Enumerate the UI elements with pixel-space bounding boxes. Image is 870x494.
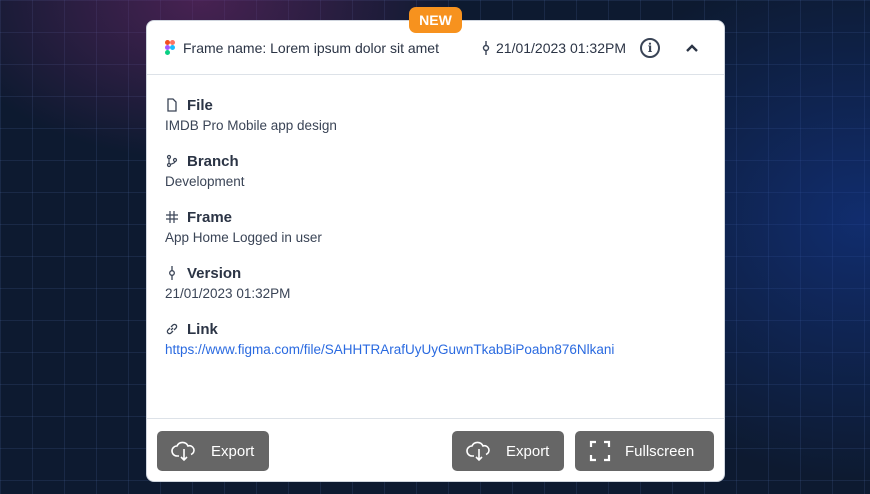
info-icon[interactable]: i (640, 37, 660, 58)
detail-frame: Frame App Home Logged in user (165, 207, 706, 246)
cloud-download-icon (466, 441, 490, 462)
chevron-up-icon[interactable] (686, 43, 698, 52)
link-icon (166, 323, 178, 335)
detail-label: Version (187, 264, 242, 282)
detail-value: 21/01/2023 01:32PM (165, 286, 291, 301)
figma-logo-icon (165, 40, 175, 55)
details-list: File IMDB Pro Mobile app design Branch D… (147, 75, 724, 358)
detail-branch: Branch Development (165, 151, 706, 190)
cloud-download-icon (171, 441, 195, 462)
fullscreen-label: Fullscreen (625, 442, 695, 460)
version-timestamp: 21/01/2023 01:32PM (496, 39, 626, 56)
hash-icon (166, 211, 178, 223)
export-label: Export (506, 442, 550, 460)
fullscreen-icon (589, 440, 611, 462)
detail-value: App Home Logged in user (165, 230, 322, 245)
detail-value: IMDB Pro Mobile app design (165, 118, 337, 133)
export-button-secondary[interactable]: Export (452, 431, 564, 471)
detail-version: Version 21/01/2023 01:32PM (165, 263, 706, 302)
frame-name: Frame name: Lorem ipsum dolor sit amet (183, 39, 439, 56)
commit-icon (482, 40, 490, 55)
figma-frame-card: Frame name: Lorem ipsum dolor sit amet 2… (146, 20, 725, 482)
detail-label: File (187, 96, 213, 114)
file-icon (167, 98, 177, 112)
version-info: 21/01/2023 01:32PM (482, 40, 626, 56)
commit-icon (169, 266, 175, 280)
detail-label: Frame (187, 208, 233, 226)
new-badge: NEW (409, 7, 462, 33)
export-label: Export (211, 442, 255, 460)
detail-file: File IMDB Pro Mobile app design (165, 95, 706, 134)
detail-value: Development (165, 174, 245, 189)
card-footer: Export Export Fullscreen (147, 418, 724, 482)
branch-icon (166, 154, 178, 168)
detail-label: Branch (187, 152, 239, 170)
detail-link: Link https://www.figma.com/file/SAHHTRAr… (165, 319, 706, 358)
figma-link[interactable]: https://www.figma.com/file/SAHHTRArafUyU… (165, 342, 706, 357)
fullscreen-button[interactable]: Fullscreen (575, 431, 714, 471)
export-button[interactable]: Export (157, 431, 269, 471)
detail-label: Link (187, 320, 218, 338)
